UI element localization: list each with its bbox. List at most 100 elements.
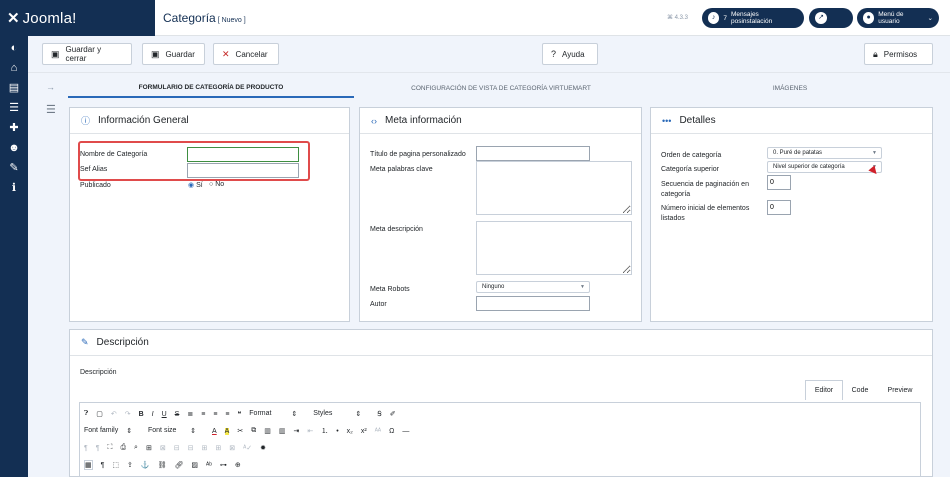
strikethrough-icon[interactable]: S <box>175 411 180 418</box>
help-icon[interactable]: ℹ <box>0 178 28 198</box>
charmap-icon[interactable]: ᴬᴬ <box>375 428 381 435</box>
author-input[interactable] <box>476 296 590 311</box>
table-col-icon[interactable]: ⊟ <box>188 444 194 452</box>
cut-icon[interactable]: ✂ <box>237 427 243 435</box>
font-family-select[interactable]: Font family ⇕ <box>84 427 140 435</box>
bold-icon[interactable]: B <box>139 411 144 418</box>
omega-icon[interactable]: Ω <box>389 428 394 435</box>
tab-code[interactable]: Code <box>843 380 877 400</box>
background-color-icon[interactable]: A <box>224 427 230 435</box>
table-split-icon[interactable]: ⊞ <box>215 444 221 452</box>
alias-input[interactable] <box>187 163 299 178</box>
user-menu-button[interactable]: ● Menú de usuario ⌄ <box>857 8 939 28</box>
keywords-textarea[interactable] <box>476 161 632 215</box>
menus-icon[interactable]: ☰ <box>0 98 28 118</box>
upload-icon[interactable]: ⇪ <box>127 461 133 469</box>
outdent-icon[interactable]: ⇤ <box>307 427 313 435</box>
table-row-icon[interactable]: ⊟ <box>174 444 180 452</box>
blockquote-icon[interactable]: ❝ <box>238 410 242 418</box>
pagination-input[interactable] <box>767 175 791 190</box>
brush-icon[interactable]: ✐ <box>390 410 396 418</box>
ordered-list-icon[interactable]: ⒈ <box>321 426 328 436</box>
system-icon[interactable]: ✎ <box>0 158 28 178</box>
category-name-input[interactable] <box>187 147 299 162</box>
table-merge-icon[interactable]: ⊞ <box>201 444 207 452</box>
print-icon[interactable]: ⎙ <box>120 444 126 452</box>
subscript-icon[interactable]: x₂ <box>347 428 353 435</box>
parent-select[interactable]: Nivel superior de categoría ▼ <box>767 161 882 173</box>
styles-select[interactable]: Styles ⇕ <box>313 410 369 418</box>
home-icon[interactable]: ⌂ <box>0 58 28 78</box>
image-icon[interactable]: ▨ <box>191 461 198 469</box>
clear-format-icon[interactable]: Ꞩ <box>377 410 381 418</box>
unlink-icon[interactable]: ⛓ <box>158 461 167 469</box>
format-select[interactable]: Format ⇕ <box>249 410 305 418</box>
help-circle-icon[interactable]: ❓︎ <box>84 410 88 418</box>
page-title-input[interactable] <box>476 146 590 161</box>
hamburger-icon[interactable]: ☰ <box>46 103 56 116</box>
text-color-icon[interactable]: A <box>212 428 217 435</box>
settings-icon[interactable]: ✹ <box>260 444 266 452</box>
superscript-icon[interactable]: x² <box>361 428 367 435</box>
copy-icon[interactable]: ⧉ <box>251 427 256 435</box>
insert-icon[interactable]: ⊕ <box>235 461 241 469</box>
visual-blocks-icon[interactable]: ▦ <box>84 460 93 470</box>
indent-icon[interactable]: ⇥ <box>293 427 299 435</box>
rtl-icon[interactable]: ¶ <box>96 445 100 452</box>
unordered-list-icon[interactable]: • <box>336 428 338 435</box>
content-icon[interactable]: ▤ <box>0 78 28 98</box>
table-delete-icon[interactable]: ⊠ <box>229 444 235 452</box>
notifications-button[interactable]: ♪ 7 Mensajes posinstalación <box>702 8 804 28</box>
arrow-right-icon[interactable]: → <box>46 82 55 92</box>
author-label: Autor <box>370 301 387 308</box>
ltr-icon[interactable]: ¶ <box>84 445 88 452</box>
paste-icon[interactable]: ▥ <box>264 427 271 435</box>
page-break-icon[interactable]: ⊶ <box>220 461 227 469</box>
order-select[interactable]: 0. Puré de patatas ▼ <box>767 147 882 159</box>
spellcheck-icon-2[interactable]: ᴬᵇ <box>206 462 212 469</box>
paste-text-icon[interactable]: ▥ <box>279 427 286 435</box>
paragraph-icon[interactable]: ¶ <box>101 462 105 469</box>
redo-icon[interactable]: ↷ <box>125 410 131 418</box>
save-close-button[interactable]: ▣ Guardar y cerrar <box>42 43 132 65</box>
tab-preview[interactable]: Preview <box>877 380 923 400</box>
link-icon[interactable]: 🔗︎ <box>175 461 184 469</box>
save-button[interactable]: ▣ Guardar <box>142 43 205 65</box>
tab-category-form[interactable]: FORMULARIO DE CATEGORÍA DE PRODUCTO <box>68 78 354 98</box>
align-right-icon[interactable]: ≡ <box>225 411 229 418</box>
align-left-icon[interactable]: ≡ <box>213 411 217 418</box>
undo-icon[interactable]: ↶ <box>111 410 117 418</box>
align-center-icon[interactable]: ≡ <box>201 411 205 418</box>
align-justify-icon[interactable]: ≣ <box>187 410 193 418</box>
brand-logo[interactable]: ✕ Joomla! <box>0 0 155 36</box>
users-icon[interactable]: ☻ <box>0 138 28 158</box>
horizontal-rule-icon[interactable]: — <box>402 428 409 435</box>
anchor-icon[interactable]: ⚓ <box>141 461 150 469</box>
underline-icon[interactable]: U <box>162 411 167 418</box>
radio-unchecked-icon: ○ <box>209 181 214 188</box>
template-icon[interactable]: ⬚ <box>112 461 119 469</box>
italic-icon[interactable]: I <box>152 411 154 418</box>
external-link-button[interactable]: ↗ <box>809 8 853 28</box>
permissions-button[interactable]: 🔒︎ Permisos <box>864 43 933 65</box>
robots-select[interactable]: Ninguno ▼ <box>476 281 590 293</box>
spellcheck-icon[interactable]: ᴬ✓ <box>243 444 252 452</box>
table-icon[interactable]: ⊞ <box>146 444 152 452</box>
initial-input[interactable] <box>767 200 791 215</box>
tab-virtuemart-view[interactable]: CONFIGURACIÓN DE VISTA DE CATEGORÍA VIRT… <box>356 78 646 98</box>
tab-images[interactable]: IMÁGENES <box>646 78 934 98</box>
fullscreen-icon[interactable]: ⛶ <box>108 444 113 452</box>
published-yes[interactable]: ◉ Sí <box>188 181 203 190</box>
search-icon[interactable]: ⌕ <box>134 444 138 452</box>
help-button[interactable]: ? Ayuda <box>542 43 598 65</box>
toggle-menu-icon[interactable]: ◐ <box>0 38 28 58</box>
table-cell-icon[interactable]: ⊠ <box>160 444 166 452</box>
published-no[interactable]: ○ No <box>209 181 224 188</box>
description-meta-textarea[interactable] <box>476 221 632 275</box>
new-document-icon[interactable]: ▢ <box>96 410 103 418</box>
font-size-select[interactable]: Font size ⇕ <box>148 427 204 435</box>
version-text: ⌘ 4.3.3 <box>667 15 689 21</box>
tab-editor[interactable]: Editor <box>805 380 843 400</box>
components-icon[interactable]: ✚ <box>0 118 28 138</box>
cancel-button[interactable]: ✕ Cancelar <box>213 43 279 65</box>
